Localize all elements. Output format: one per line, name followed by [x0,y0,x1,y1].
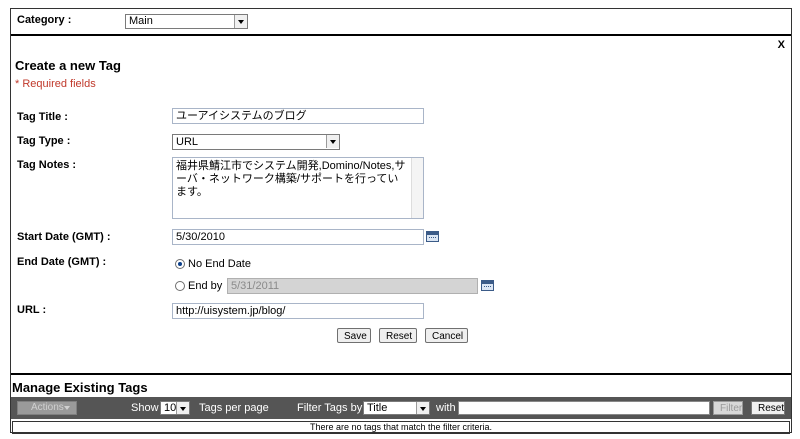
actions-button[interactable]: Actions [17,401,77,415]
start-date-input[interactable]: 5/30/2010 [172,229,424,245]
url-label: URL : [17,304,47,316]
per-page-label: Tags per page [199,402,269,414]
chevron-down-icon [234,15,247,28]
end-by-label: End by [188,280,223,292]
tag-type-select-value: URL [176,136,199,148]
end-by-date-input[interactable]: 5/31/2011 [227,278,478,294]
tag-title-input[interactable]: ユーアイシステムのブログ [172,108,424,124]
form-title: Create a new Tag [15,58,121,73]
chevron-down-icon [416,402,429,414]
tag-type-select[interactable]: URL [172,134,340,150]
chevron-down-icon [176,402,189,414]
tag-notes-text: 福井県鯖江市でシステム開発,Domino/Notes,サーバ・ネットワーク構築/… [176,160,406,198]
tag-notes-textarea[interactable]: 福井県鯖江市でシステム開発,Domino/Notes,サーバ・ネットワーク構築/… [172,157,424,219]
tag-title-label: Tag Title : [17,111,68,123]
filter-field-value: Title [367,402,388,414]
chevron-down-icon [326,135,339,148]
filter-text-input[interactable] [458,401,710,415]
end-date-label: End Date (GMT) : [17,256,107,268]
filter-reset-button[interactable]: Reset [751,401,785,415]
no-end-date-label: No End Date [188,258,251,270]
save-button[interactable]: Save [337,328,371,343]
calendar-icon[interactable] [481,280,494,291]
category-label: Category : [17,14,72,26]
textarea-scrollbar[interactable] [411,158,423,218]
url-input[interactable]: http://uisystem.jp/blog/ [172,303,424,319]
manage-tags-title: Manage Existing Tags [12,380,148,395]
end-by-radio[interactable] [175,281,185,291]
cancel-button[interactable]: Cancel [425,328,468,343]
start-date-label: Start Date (GMT) : [17,231,111,243]
manage-toolbar: Actions Show 10 Tags per page Filter Tag… [11,397,791,419]
tag-type-label: Tag Type : [17,135,71,147]
with-label: with [436,402,456,414]
no-end-date-radio[interactable] [175,259,185,269]
per-page-value: 10 [164,402,177,414]
filter-button[interactable]: Filter [713,401,743,415]
category-bar: Category : Main [11,9,791,36]
empty-message-row: There are no tags that match the filter … [12,421,790,434]
required-fields-note: * Required fields [15,78,96,90]
calendar-icon[interactable] [426,231,439,242]
tag-notes-label: Tag Notes : [17,159,77,171]
show-label: Show [131,402,159,414]
create-tag-panel: X Create a new Tag * Required fields Tag… [11,36,791,375]
filter-by-label: Filter Tags by [297,402,363,414]
per-page-select[interactable]: 10 [160,401,190,415]
actions-button-label: Actions [31,402,64,413]
category-select-value: Main [129,15,153,27]
filter-field-select[interactable]: Title [363,401,430,415]
reset-button[interactable]: Reset [379,328,417,343]
close-icon[interactable]: X [778,39,785,51]
category-select[interactable]: Main [125,14,248,29]
